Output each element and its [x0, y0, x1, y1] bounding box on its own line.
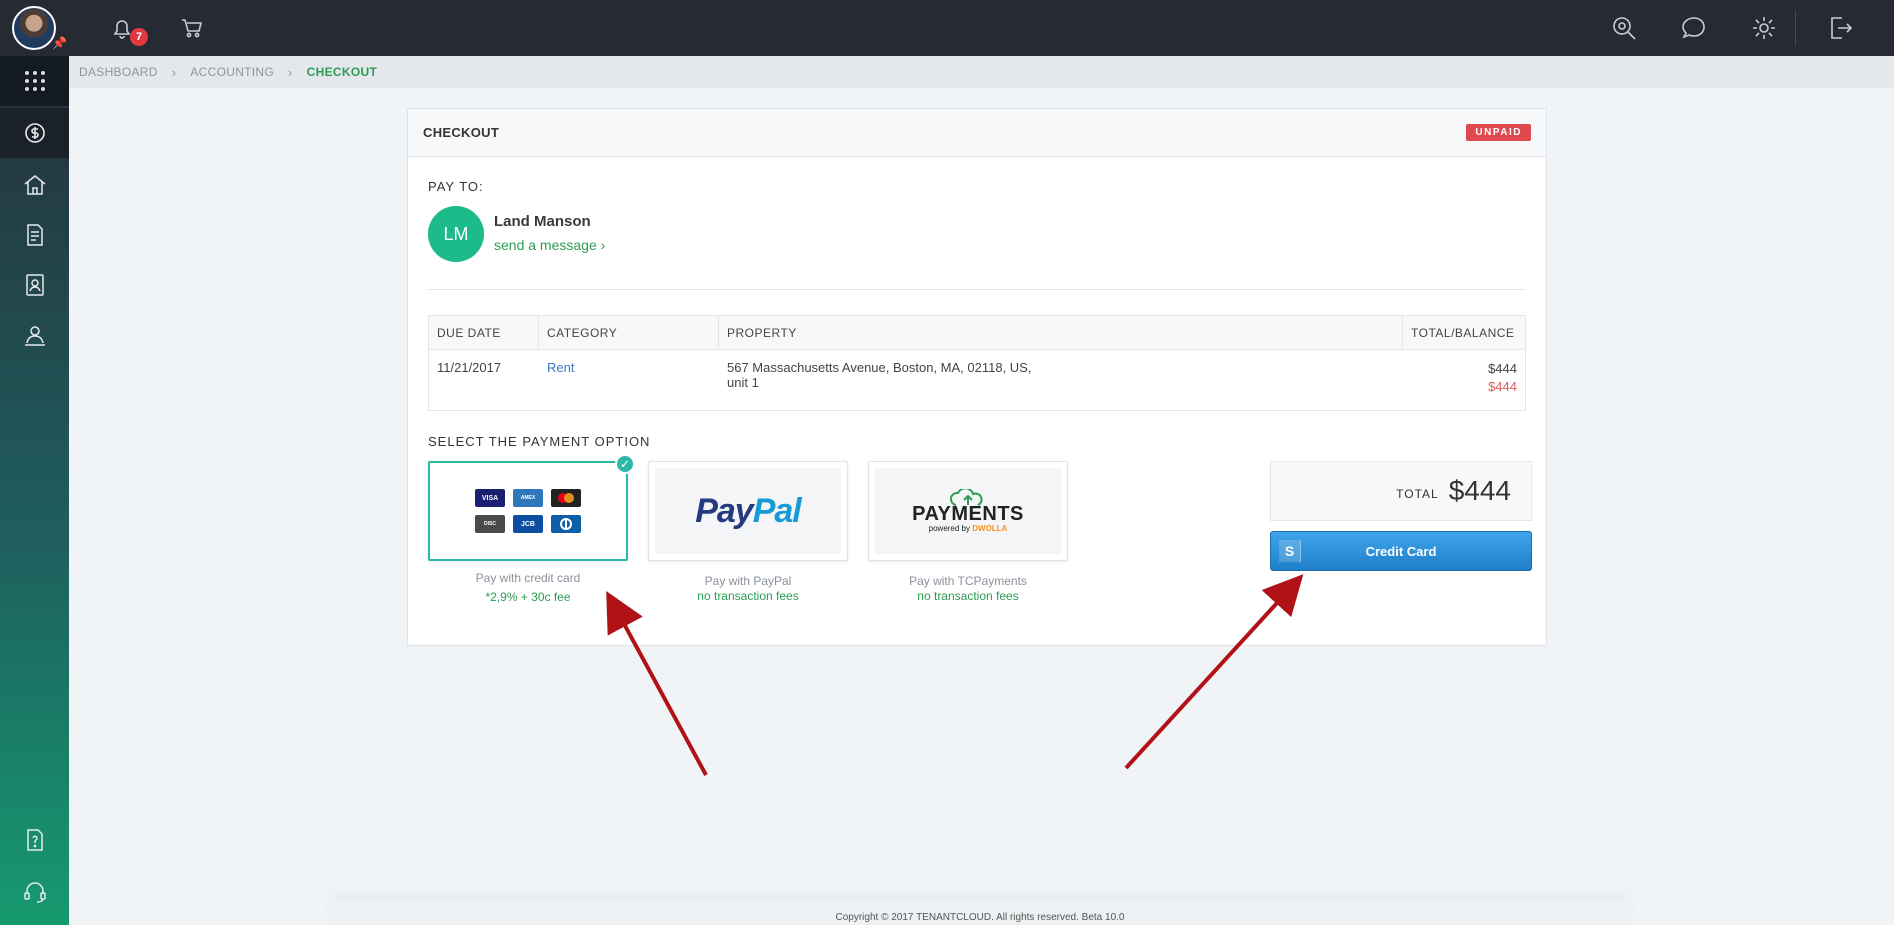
column-total-balance: TOTAL/BALANCE	[1411, 325, 1515, 340]
footer: Copyright © 2017 TENANTCLOUD. All rights…	[330, 900, 1630, 925]
breadcrumb-checkout: CHECKOUT	[306, 65, 378, 79]
column-due-date: DUE DATE	[429, 316, 539, 349]
powered-by-dwolla: powered by DWOLLA	[912, 524, 1024, 533]
paypal-logo: PayPal	[655, 468, 841, 554]
chevron-right-icon: ›	[171, 64, 177, 80]
amex-logo: AMEX	[513, 489, 543, 507]
properties-house-icon[interactable]	[0, 160, 69, 210]
column-property: PROPERTY	[719, 316, 1403, 349]
pay-credit-card-button[interactable]: S Credit Card	[1270, 531, 1532, 571]
breadcrumb-dashboard[interactable]: DASHBOARD	[79, 65, 158, 79]
sidebar	[0, 56, 69, 925]
chevron-right-icon: ›	[288, 64, 293, 80]
stripe-icon: S	[1279, 540, 1301, 562]
help-icon[interactable]	[0, 815, 69, 865]
tenant-profile-icon[interactable]	[0, 260, 69, 310]
table-header: DUE DATE CATEGORY PROPERTY TOTAL/BALANCE	[429, 316, 1525, 350]
cell-total-balance: $444 $444	[1403, 350, 1525, 410]
discover-logo: DISC	[475, 515, 505, 533]
tcpayments-caption: Pay with TCPayments	[909, 574, 1027, 588]
tcpayments-fee: no transaction fees	[917, 589, 1019, 603]
paypal-caption: Pay with PayPal	[704, 574, 792, 588]
chat-icon[interactable]	[1678, 12, 1710, 44]
visa-logo: VISA	[475, 489, 505, 507]
section-divider	[428, 289, 1526, 290]
cell-due-date: 11/21/2017	[437, 360, 502, 375]
credit-card-logos: VISA AMEX DISC JCB	[436, 469, 620, 553]
search-icon[interactable]	[1608, 12, 1640, 44]
location-user-icon[interactable]	[0, 310, 69, 360]
accounting-dollar-icon[interactable]	[0, 108, 69, 158]
card-brands-grid: VISA AMEX DISC JCB	[475, 489, 581, 533]
payment-option-paypal[interactable]: PayPal	[648, 461, 848, 561]
total-amount: $444	[1448, 475, 1511, 506]
cart-icon[interactable]	[176, 12, 208, 44]
invoice-table: DUE DATE CATEGORY PROPERTY TOTAL/BALANCE…	[428, 315, 1526, 411]
apps-grid-icon[interactable]	[0, 56, 69, 106]
selected-check-icon: ✓	[615, 454, 635, 474]
credit-card-fee: *2,9% + 30c fee	[485, 590, 571, 604]
card-header: CHECKOUT UNPAID	[408, 109, 1546, 157]
send-message-link[interactable]: send a message ›	[494, 237, 605, 253]
support-headset-icon[interactable]	[0, 867, 69, 917]
payment-option-label: SELECT THE PAYMENT OPTION	[428, 434, 651, 449]
property-line-2: unit 1	[727, 375, 759, 390]
paypal-wordmark: PayPal	[695, 491, 802, 531]
cell-category[interactable]: Rent	[539, 350, 719, 410]
diners-club-logo	[551, 515, 581, 533]
status-badge: UNPAID	[1466, 124, 1531, 141]
cell-property: 567 Massachusetts Avenue, Boston, MA, 02…	[719, 350, 1403, 410]
total-label: TOTAL	[1396, 487, 1439, 501]
topbar-divider	[1795, 10, 1796, 46]
logout-icon[interactable]	[1824, 12, 1856, 44]
checkout-card: CHECKOUT UNPAID PAY TO: LM Land Manson s…	[407, 108, 1547, 646]
payee-avatar: LM	[428, 206, 484, 262]
card-title: CHECKOUT	[423, 125, 500, 140]
paypal-wordmark-a: Pay	[695, 491, 753, 530]
payment-option-credit-card[interactable]: VISA AMEX DISC JCB ✓	[428, 454, 635, 561]
column-category: CATEGORY	[539, 316, 719, 349]
tcpayments-text: PAYMENTS	[912, 503, 1024, 525]
powered-by-text: powered by	[928, 524, 973, 533]
row-total: $444	[1488, 361, 1517, 376]
paypal-wordmark-b: Pal	[752, 491, 802, 530]
top-bar: 📌 7	[0, 0, 1894, 56]
paypal-fee: no transaction fees	[697, 589, 799, 603]
table-row: 11/21/2017 Rent 567 Massachusetts Avenue…	[429, 350, 1525, 410]
breadcrumb: DASHBOARD › ACCOUNTING › CHECKOUT	[69, 56, 1894, 88]
documents-icon[interactable]	[0, 210, 69, 260]
tcpayments-wordmark: PAYMENTS powered by DWOLLA	[912, 489, 1024, 533]
breadcrumb-accounting[interactable]: ACCOUNTING	[190, 65, 274, 79]
credit-card-caption: Pay with credit card	[475, 571, 581, 585]
row-balance: $444	[1488, 379, 1517, 394]
tcpayments-logo: PAYMENTS powered by DWOLLA	[875, 468, 1061, 554]
gear-icon[interactable]	[1748, 12, 1780, 44]
pay-to-label: PAY TO:	[428, 179, 484, 194]
mastercard-logo	[551, 489, 581, 507]
pay-button-label: Credit Card	[1365, 543, 1437, 559]
jcb-logo: JCB	[513, 515, 543, 533]
pin-icon[interactable]: 📌	[52, 36, 67, 50]
total-summary: TOTAL $444	[1270, 461, 1532, 521]
payee-name: Land Manson	[494, 213, 591, 230]
property-line-1: 567 Massachusetts Avenue, Boston, MA, 02…	[727, 360, 1032, 375]
payment-option-tcpayments[interactable]: PAYMENTS powered by DWOLLA	[868, 461, 1068, 561]
user-avatar[interactable]	[12, 6, 56, 50]
notification-badge: 7	[130, 28, 148, 46]
dwolla-text: DWOLLA	[972, 524, 1008, 533]
